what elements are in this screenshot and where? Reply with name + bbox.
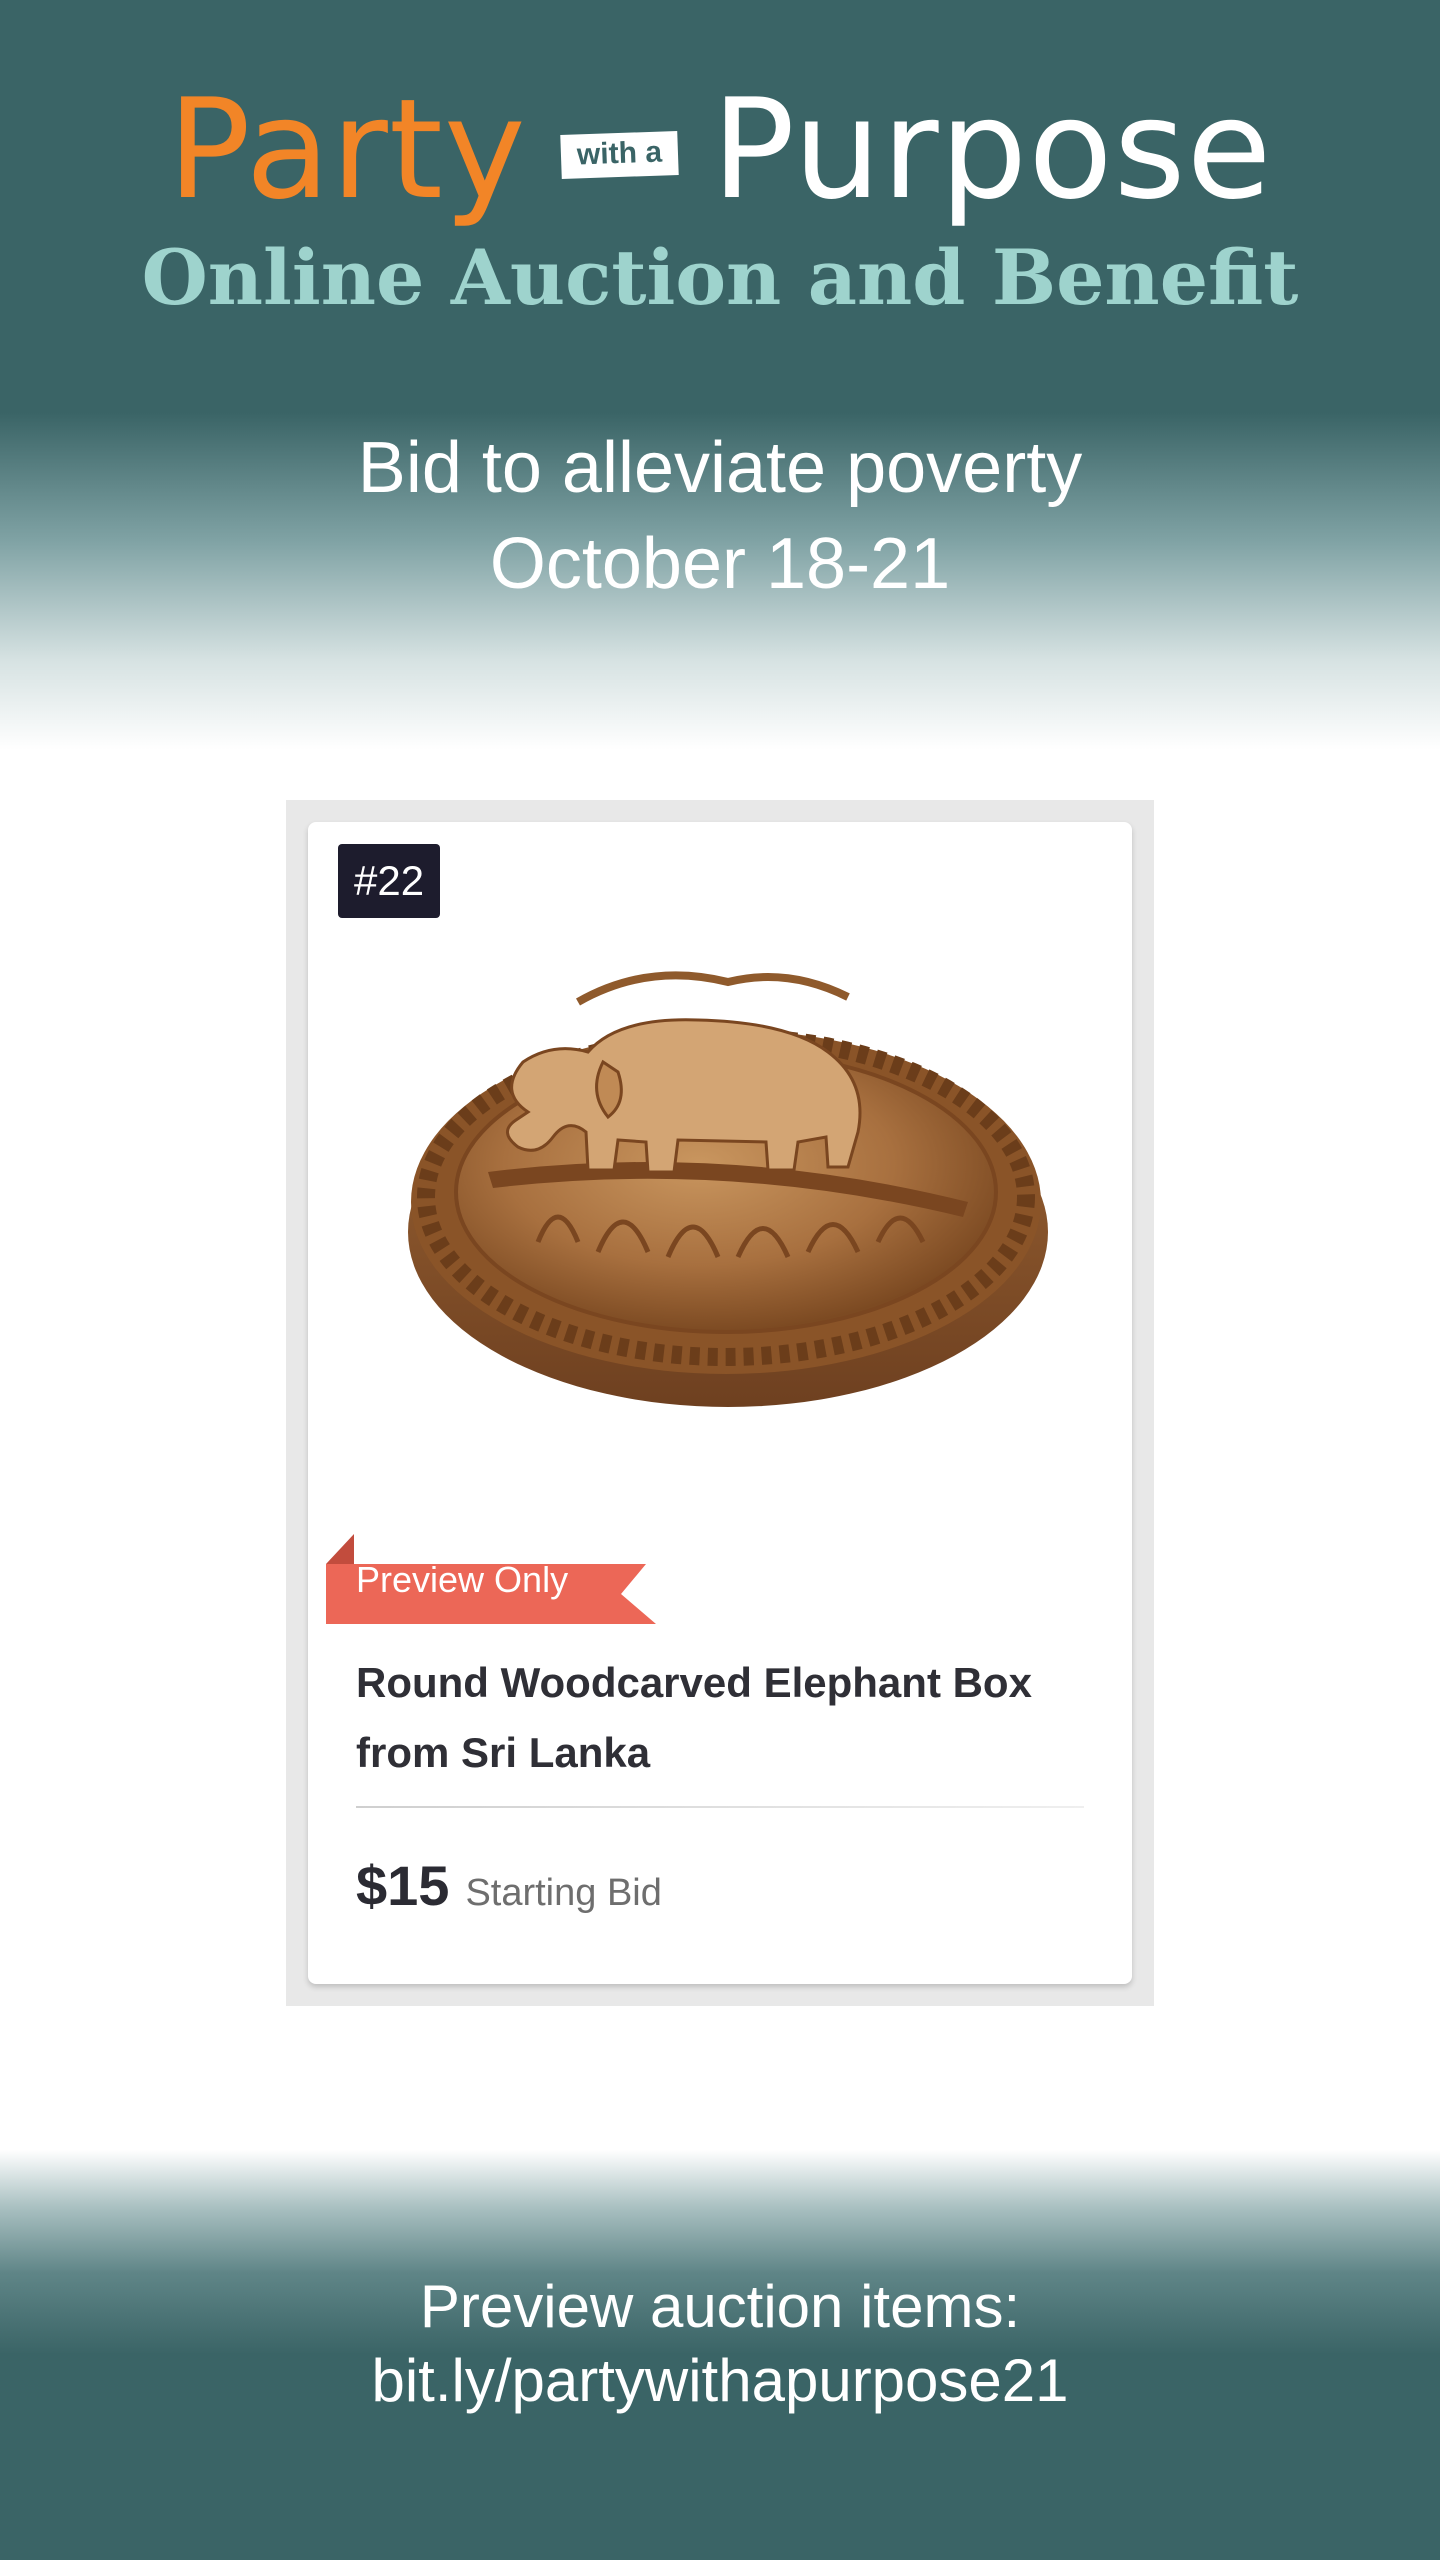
event-tagline: Bid to alleviate poverty October 18-21 <box>0 420 1440 612</box>
tagline-line-2: October 18-21 <box>489 524 951 604</box>
preview-link[interactable]: bit.ly/partywithapurpose21 <box>0 2344 1440 2418</box>
item-image[interactable] <box>348 942 1092 1422</box>
item-title[interactable]: Round Woodcarved Elephant Box from Sri L… <box>356 1648 1076 1788</box>
auction-item-card[interactable]: #22 Preview Only Round Woodcarved Elepha… <box>308 822 1132 1984</box>
card-divider <box>356 1806 1084 1808</box>
logo-purpose-text: Purpose <box>711 69 1273 230</box>
logo-party-text: Party <box>167 69 527 230</box>
tagline-line-1: Bid to alleviate poverty <box>357 428 1083 508</box>
event-subtitle: Online Auction and Benefit <box>141 233 1299 322</box>
logo-with-a-tag: with a <box>559 130 679 180</box>
price-row: $15 Starting Bid <box>356 1858 662 1914</box>
item-title-line-1: Round Woodcarved Elephant Box <box>356 1659 1032 1706</box>
lot-number-badge: #22 <box>338 844 441 918</box>
event-logo: Party with a Purpose <box>0 60 1440 240</box>
auction-item-frame: #22 Preview Only Round Woodcarved Elepha… <box>286 800 1154 2006</box>
starting-bid-amount: $15 <box>356 1854 450 1917</box>
item-title-line-2: from Sri Lanka <box>356 1729 651 1776</box>
starting-bid-label: Starting Bid <box>465 1872 662 1914</box>
preview-ribbon-label: Preview Only <box>356 1559 569 1600</box>
footer-cta: Preview auction items: bit.ly/partywitha… <box>0 2270 1440 2418</box>
footer-line-1: Preview auction items: <box>419 2273 1021 2340</box>
